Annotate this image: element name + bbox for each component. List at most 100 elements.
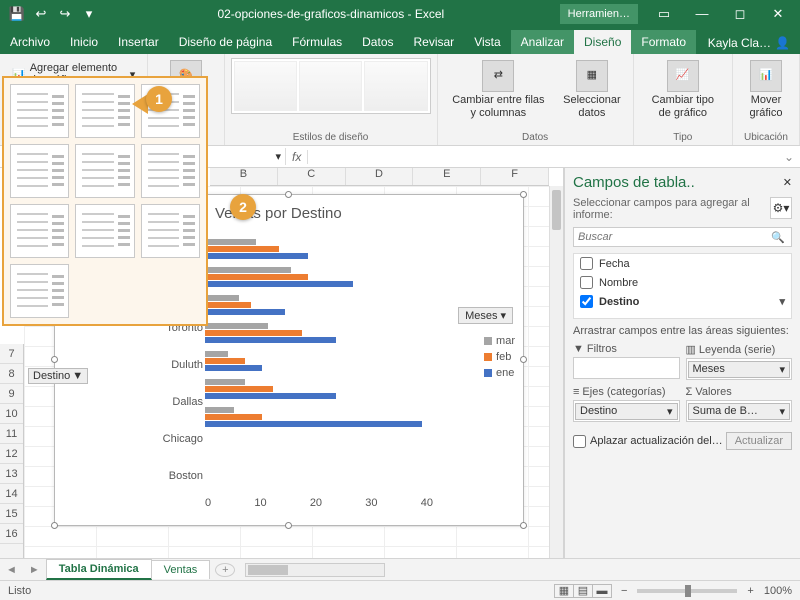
name-box[interactable]: ▾ [210, 148, 286, 165]
sheet-tab-tabla-dinamica[interactable]: Tabla Dinámica [46, 559, 152, 580]
col-header[interactable]: E [413, 168, 481, 185]
resize-handle[interactable] [520, 191, 527, 198]
col-header[interactable]: C [278, 168, 346, 185]
change-chart-type-button[interactable]: 📈Cambiar tipo de gráfico [640, 58, 726, 122]
tab-formulas[interactable]: Fórmulas [282, 30, 352, 54]
pane-close-icon[interactable]: ✕ [783, 176, 792, 189]
pane-options-button[interactable]: ⚙▾ [770, 197, 792, 219]
page-layout-view-icon[interactable]: ▤ [573, 584, 593, 598]
row-header[interactable]: 9 [0, 384, 23, 404]
layout-option-1[interactable] [10, 84, 69, 138]
zoom-out-icon[interactable]: − [621, 585, 627, 597]
area-filters[interactable]: ▼Filtros [573, 343, 680, 380]
chevron-down-icon[interactable]: ▾ [275, 150, 281, 163]
chart-style-1[interactable] [234, 61, 297, 111]
tab-revisar[interactable]: Revisar [404, 30, 465, 54]
layout-option-7[interactable] [10, 204, 69, 258]
layout-option-2[interactable] [75, 84, 134, 138]
row-header[interactable]: 12 [0, 444, 23, 464]
layout-option-10[interactable] [10, 264, 69, 318]
col-header[interactable]: B [210, 168, 278, 185]
chip-meses[interactable]: Meses▾ [688, 361, 791, 378]
select-data-button[interactable]: ▦Seleccionar datos [557, 58, 626, 122]
chip-suma[interactable]: Suma de B…▾ [688, 403, 791, 420]
tab-datos[interactable]: Datos [352, 30, 403, 54]
formula-expand-icon[interactable]: ⌄ [778, 150, 800, 164]
zoom-in-icon[interactable]: + [747, 585, 753, 597]
chart-style-3[interactable] [364, 61, 427, 111]
zoom-thumb[interactable] [685, 585, 691, 597]
vertical-scrollbar[interactable] [549, 186, 563, 558]
close-icon[interactable]: ✕ [760, 6, 796, 22]
zoom-slider[interactable] [637, 589, 737, 593]
field-fecha[interactable]: Fecha [574, 254, 791, 273]
page-break-view-icon[interactable]: ▬ [592, 584, 612, 598]
user-account[interactable]: Kayla Cla…👤 [698, 32, 800, 54]
tab-analizar[interactable]: Analizar [511, 30, 574, 54]
sheet-nav-next[interactable]: ► [23, 564, 46, 576]
resize-handle[interactable] [285, 522, 292, 529]
filter-icon[interactable]: ▾ [779, 295, 785, 308]
row-header[interactable]: 8 [0, 364, 23, 384]
qat-dropdown-icon[interactable]: ▾ [80, 6, 98, 22]
area-axis[interactable]: ≡Ejes (categorías) Destino▾ [573, 386, 680, 422]
resize-handle[interactable] [51, 356, 58, 363]
field-destino[interactable]: Destino▾ [574, 292, 791, 311]
tab-diseno-pagina[interactable]: Diseño de página [169, 30, 282, 54]
field-search[interactable]: 🔍 [573, 227, 792, 247]
pivot-filter-meses[interactable]: Meses▾ [458, 307, 513, 324]
field-nombre[interactable]: Nombre [574, 273, 791, 292]
tab-vista[interactable]: Vista [464, 30, 510, 54]
layout-option-8[interactable] [75, 204, 134, 258]
resize-handle[interactable] [51, 522, 58, 529]
tab-insertar[interactable]: Insertar [108, 30, 169, 54]
col-header[interactable]: D [346, 168, 414, 185]
resize-handle[interactable] [285, 191, 292, 198]
scrollbar-thumb[interactable] [248, 565, 288, 575]
tab-diseno[interactable]: Diseño [574, 30, 631, 54]
horizontal-scrollbar[interactable] [245, 563, 385, 577]
save-icon[interactable]: 💾 [8, 6, 26, 22]
row-header[interactable]: 11 [0, 424, 23, 444]
search-input[interactable] [574, 228, 765, 246]
zoom-level[interactable]: 100% [764, 585, 792, 597]
layout-option-4[interactable] [10, 144, 69, 198]
add-sheet-button[interactable]: + [215, 563, 235, 577]
col-header[interactable]: F [481, 168, 549, 185]
switch-row-column-button[interactable]: ⇄Cambiar entre filas y columnas [444, 58, 554, 122]
layout-option-9[interactable] [141, 204, 200, 258]
tab-inicio[interactable]: Inicio [60, 30, 108, 54]
redo-icon[interactable]: ↪ [56, 6, 74, 22]
row-header[interactable]: 7 [0, 344, 23, 364]
row-header[interactable]: 15 [0, 504, 23, 524]
tab-formato[interactable]: Formato [631, 30, 696, 54]
maximize-icon[interactable]: ◻ [722, 6, 758, 22]
search-icon[interactable]: 🔍 [765, 231, 791, 244]
area-values[interactable]: ΣValores Suma de B…▾ [686, 386, 793, 422]
chart-styles-gallery[interactable] [231, 58, 431, 114]
chip-destino[interactable]: Destino▾ [575, 403, 678, 420]
row-header[interactable]: 10 [0, 404, 23, 424]
fx-icon[interactable]: fx [286, 150, 308, 164]
row-header[interactable]: 14 [0, 484, 23, 504]
resize-handle[interactable] [520, 356, 527, 363]
resize-handle[interactable] [520, 522, 527, 529]
chart-style-2[interactable] [299, 61, 362, 111]
row-header[interactable]: 13 [0, 464, 23, 484]
update-button[interactable]: Actualizar [726, 432, 792, 450]
layout-option-6[interactable] [141, 144, 200, 198]
sheet-nav-prev[interactable]: ◄ [0, 564, 23, 576]
ribbon-options-icon[interactable]: ▭ [646, 6, 682, 22]
area-legend[interactable]: ▥Leyenda (serie) Meses▾ [686, 343, 793, 380]
scrollbar-thumb[interactable] [552, 190, 561, 230]
defer-update-checkbox[interactable]: Aplazar actualización del… [573, 435, 723, 448]
undo-icon[interactable]: ↩ [32, 6, 50, 22]
formula-input[interactable] [308, 155, 778, 159]
move-chart-button[interactable]: 📊Mover gráfico [739, 58, 793, 122]
minimize-icon[interactable]: — [684, 6, 720, 22]
pivot-filter-destino[interactable]: Destino▼ [28, 368, 88, 384]
layout-option-5[interactable] [75, 144, 134, 198]
sheet-tab-ventas[interactable]: Ventas [151, 560, 211, 579]
normal-view-icon[interactable]: ▦ [554, 584, 574, 598]
tab-archivo[interactable]: Archivo [0, 30, 60, 54]
